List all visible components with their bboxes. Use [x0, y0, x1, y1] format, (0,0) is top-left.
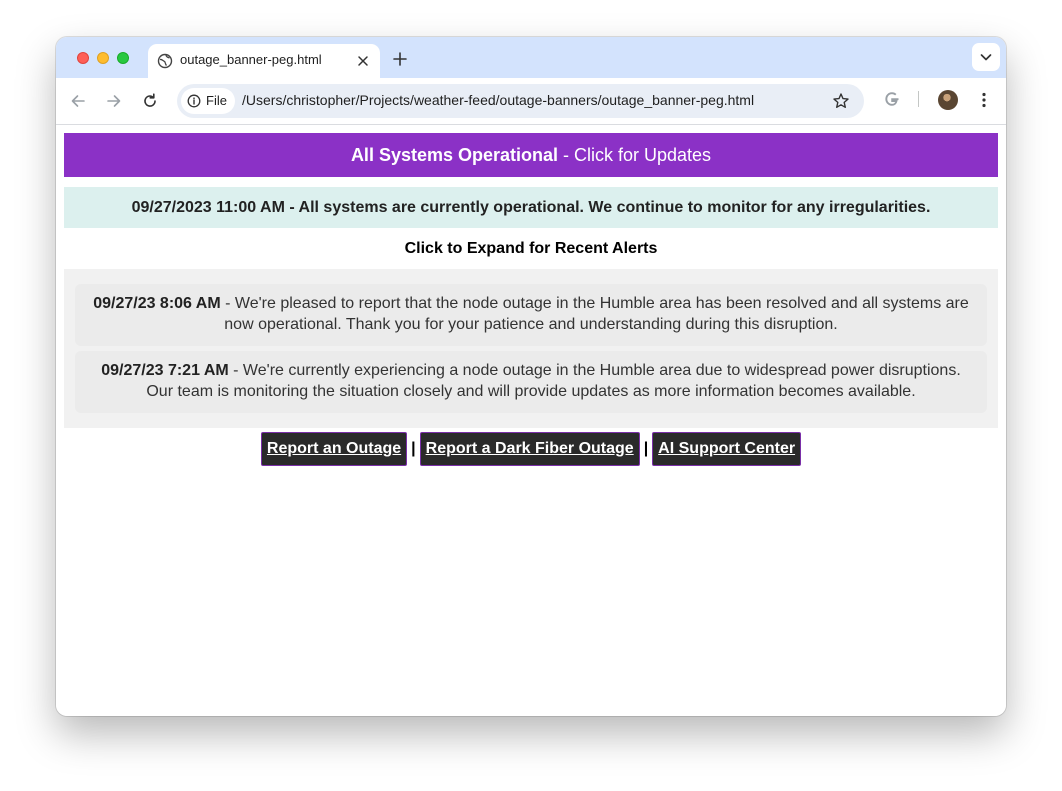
alert-text: - We're pleased to report that the node …: [220, 295, 969, 333]
avatar[interactable]: [938, 90, 958, 110]
more-menu-icon[interactable]: [974, 90, 994, 110]
recent-alerts-panel: 09/27/23 8:06 AM - We're pleased to repo…: [64, 269, 998, 428]
status-banner[interactable]: All Systems Operational - Click for Upda…: [64, 133, 998, 177]
close-icon[interactable]: [355, 53, 371, 69]
alert-time: 09/27/23 8:06 AM: [93, 295, 221, 312]
link-separator: |: [643, 440, 649, 457]
report-outage-button[interactable]: Report an Outage: [260, 432, 408, 466]
close-window-button[interactable]: [77, 52, 89, 64]
expand-alerts-toggle[interactable]: Click to Expand for Recent Alerts: [64, 238, 998, 260]
site-info-chip[interactable]: File: [181, 88, 235, 114]
alert-time: 09/27/23 7:21 AM: [101, 362, 229, 379]
chip-label: File: [206, 93, 227, 108]
browser-tab[interactable]: outage_banner-peg.html: [148, 44, 380, 78]
tab-strip: outage_banner-peg.html: [56, 37, 1006, 78]
minimize-window-button[interactable]: [97, 52, 109, 64]
browser-window: outage_banner-peg.html File /Users/chris…: [56, 37, 1006, 716]
alert-item: 09/27/23 8:06 AM - We're pleased to repo…: [75, 284, 987, 346]
status-message: 09/27/2023 11:00 AM - All systems are cu…: [64, 187, 998, 228]
alert-item: 09/27/23 7:21 AM - We're currently exper…: [75, 351, 987, 413]
back-arrow-icon[interactable]: [68, 91, 88, 111]
info-icon: [187, 94, 201, 108]
address-bar[interactable]: File /Users/christopher/Projects/weather…: [177, 84, 864, 118]
maximize-window-button[interactable]: [117, 52, 129, 64]
action-links: Report an Outage | Report a Dark Fiber Out…: [64, 432, 998, 466]
page-content: All Systems Operational - Click for Upda…: [56, 125, 1006, 716]
banner-subtitle: - Click for Updates: [558, 145, 712, 165]
google-icon[interactable]: [882, 89, 902, 109]
browser-toolbar: File /Users/christopher/Projects/weather…: [56, 78, 1006, 125]
banner-title: All Systems Operational: [350, 145, 559, 165]
alert-text: - We're currently experiencing a node ou…: [146, 362, 961, 400]
star-icon[interactable]: [832, 92, 850, 110]
tab-search-button[interactable]: [972, 43, 1000, 71]
report-dark-fiber-button[interactable]: Report a Dark Fiber Outage: [419, 432, 640, 466]
tab-title: outage_banner-peg.html: [180, 52, 322, 67]
support-center-button[interactable]: AI Support Center: [652, 432, 802, 466]
link-separator: |: [411, 440, 416, 457]
url-text[interactable]: /Users/christopher/Projects/weather-feed…: [242, 92, 754, 108]
forward-arrow-icon[interactable]: [104, 91, 124, 111]
plus-icon[interactable]: [390, 49, 410, 69]
chevron-down-icon: [980, 54, 992, 61]
reload-icon[interactable]: [140, 91, 160, 111]
toolbar-divider: [918, 91, 919, 107]
globe-icon: [157, 53, 173, 69]
